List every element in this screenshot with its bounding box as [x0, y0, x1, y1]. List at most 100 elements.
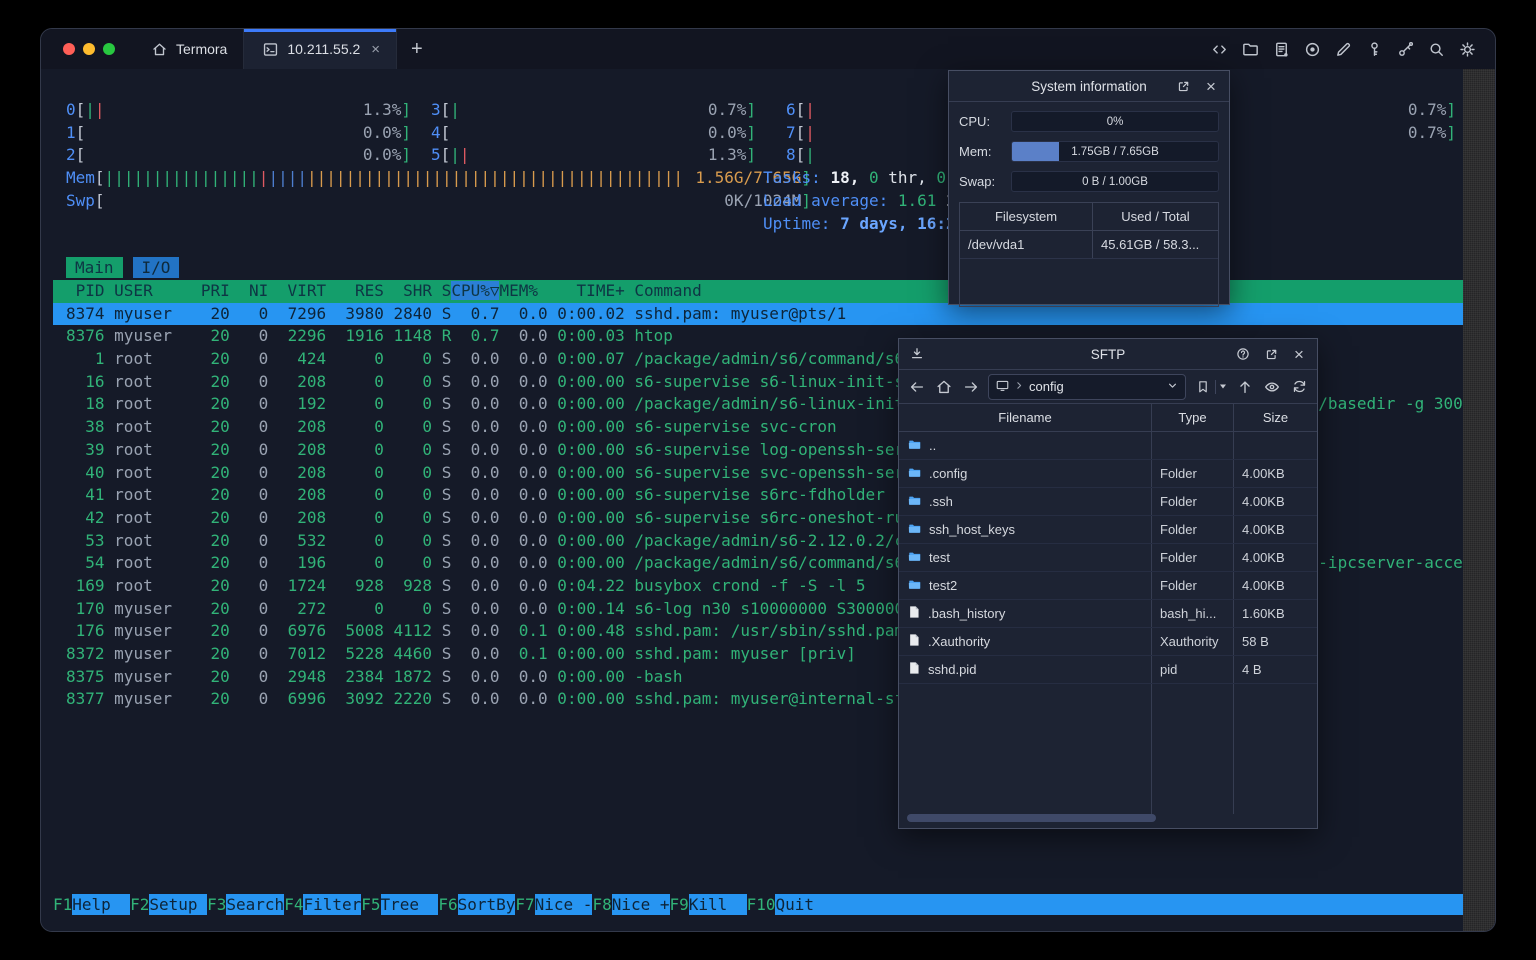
process-table-header[interactable]: PID USER PRI NI VIRT RES SHR SCPU%▽MEM% …	[53, 280, 1471, 303]
forward-icon[interactable]	[961, 377, 981, 397]
titlebar-actions	[1209, 29, 1495, 69]
system-information-panel: System information × CPU: 0% Mem: 1.75GB…	[948, 70, 1230, 307]
fkey-label-f4[interactable]: Filter	[303, 894, 362, 915]
folder-icon	[907, 465, 922, 483]
swap-usage-row: Swap: 0 B / 1.00GB	[949, 171, 1229, 192]
path-breadcrumb[interactable]: config	[988, 373, 1186, 400]
bookmark-caret-icon[interactable]	[1218, 378, 1228, 396]
search-icon[interactable]	[1426, 39, 1446, 59]
close-icon[interactable]: ×	[1202, 77, 1220, 95]
new-tab-button[interactable]: +	[397, 29, 437, 69]
fkey-f7[interactable]: F7	[515, 894, 534, 915]
fkey-label-f10[interactable]: Quit	[775, 894, 1471, 915]
column-filename[interactable]: Filename	[899, 404, 1151, 431]
bookmark-icon[interactable]	[1193, 377, 1213, 397]
fkey-label-f7[interactable]: Nice -	[534, 894, 593, 915]
close-icon[interactable]: ×	[1290, 345, 1308, 363]
download-icon[interactable]	[908, 345, 926, 363]
file-row[interactable]: test Folder 4.00KB	[899, 544, 1317, 572]
sftp-toolbar: config	[899, 370, 1317, 403]
cpu-meter-column-1: 0[|| 1.3%] 1[0.0%] 2[0.0%]	[66, 99, 411, 167]
file-icon	[907, 605, 921, 622]
titlebar: Termora 10.211.55.2 × +	[41, 29, 1495, 69]
folder-icon	[907, 493, 922, 511]
traffic-lights	[41, 29, 133, 69]
close-tab-icon[interactable]: ×	[371, 41, 380, 58]
show-hidden-icon[interactable]	[1262, 377, 1282, 397]
terminal-scrollbar[interactable]	[1463, 69, 1495, 931]
fkey-f4[interactable]: F4	[284, 894, 303, 915]
settings-icon[interactable]	[1457, 39, 1477, 59]
htop-tab-main[interactable]: Main	[66, 257, 123, 278]
file-row[interactable]: .Xauthority Xauthority 58 B	[899, 628, 1317, 656]
key-icon[interactable]	[1364, 39, 1384, 59]
help-icon[interactable]	[1234, 345, 1252, 363]
sftp-horizontal-scrollbar[interactable]	[907, 814, 1309, 822]
file-row[interactable]: .bash_history bash_hi... 1.60KB	[899, 600, 1317, 628]
system-information-header[interactable]: System information ×	[949, 71, 1229, 102]
htop-tab-io[interactable]: I/O	[132, 257, 180, 278]
refresh-icon[interactable]	[1289, 377, 1309, 397]
folder-icon	[907, 437, 922, 455]
fkey-label-f3[interactable]: Search	[226, 894, 285, 915]
htop-tabs: Main I/O	[66, 257, 180, 278]
sftp-table-header: Filename Type Size	[899, 403, 1317, 432]
fkey-f2[interactable]: F2	[130, 894, 149, 915]
file-row[interactable]: ..	[899, 432, 1317, 460]
filesystem-row[interactable]: /dev/vda1 45.61GB / 58.3...	[960, 231, 1218, 259]
fkey-label-f2[interactable]: Setup	[149, 894, 208, 915]
home-icon	[149, 39, 169, 59]
sftp-header[interactable]: SFTP ×	[899, 339, 1317, 370]
open-in-window-icon[interactable]	[1174, 77, 1192, 95]
code-icon[interactable]	[1209, 39, 1229, 59]
fkey-label-f6[interactable]: SortBy	[457, 894, 516, 915]
fkey-f10[interactable]: F10	[747, 894, 776, 915]
minimize-window-button[interactable]	[83, 43, 95, 55]
open-in-window-icon[interactable]	[1262, 345, 1280, 363]
fkey-f6[interactable]: F6	[438, 894, 457, 915]
folder-icon	[907, 549, 922, 567]
cpu-meter-4: 4[0.0%]	[431, 122, 756, 142]
fkey-f3[interactable]: F3	[207, 894, 226, 915]
cpu-usage-row: CPU: 0%	[949, 111, 1229, 132]
fkey-f9[interactable]: F9	[670, 894, 689, 915]
file-row[interactable]: sshd.pid pid 4 B	[899, 656, 1317, 684]
fkey-label-f9[interactable]: Kill	[688, 894, 747, 915]
memory-usage-row: Mem: 1.75GB / 7.65GB	[949, 141, 1229, 162]
tab-termora[interactable]: Termora	[133, 29, 245, 69]
process-row[interactable]: 8374 myuser 20 0 7296 3980 2840 S 0.7 0.…	[53, 302, 1471, 326]
record-icon[interactable]	[1302, 39, 1322, 59]
home-icon[interactable]	[934, 377, 954, 397]
fkey-label-f5[interactable]: Tree	[380, 894, 439, 915]
parent-directory-icon[interactable]	[1235, 377, 1255, 397]
file-row[interactable]: test2 Folder 4.00KB	[899, 572, 1317, 600]
fkey-f8[interactable]: F8	[592, 894, 611, 915]
pencil-icon[interactable]	[1333, 39, 1353, 59]
zoom-window-button[interactable]	[103, 43, 115, 55]
sftp-title: SFTP	[1090, 346, 1126, 362]
folder-icon[interactable]	[1240, 39, 1260, 59]
fkey-f1[interactable]: F1	[53, 894, 72, 915]
column-type[interactable]: Type	[1151, 404, 1233, 431]
file-row[interactable]: ssh_host_keys Folder 4.00KB	[899, 516, 1317, 544]
filesystem-table: Filesystem Used / Total /dev/vda1 45.61GB…	[959, 202, 1219, 307]
log-icon[interactable]	[1271, 39, 1291, 59]
back-icon[interactable]	[907, 377, 927, 397]
file-row[interactable]: .ssh Folder 4.00KB	[899, 488, 1317, 516]
function-key-bar[interactable]: F1 Help F2 Setup F3 Search F4 Filter F5 Tree F6…	[53, 894, 1471, 915]
fkey-label-f8[interactable]: Nice +	[611, 894, 670, 915]
sftp-panel: SFTP × config Filename Type Size .. .con…	[898, 338, 1318, 829]
fkey-label-f1[interactable]: Help	[72, 894, 131, 915]
file-row[interactable]: .config Folder 4.00KB	[899, 460, 1317, 488]
computer-icon	[995, 378, 1010, 396]
current-path: config	[1029, 379, 1064, 394]
filesystem-table-header: Filesystem Used / Total	[960, 203, 1218, 231]
cpu-meter-1: 1[0.0%]	[66, 122, 411, 142]
column-size[interactable]: Size	[1233, 404, 1317, 431]
keychain-icon[interactable]	[1395, 39, 1415, 59]
tab-session[interactable]: 10.211.55.2 ×	[244, 29, 398, 69]
close-window-button[interactable]	[63, 43, 75, 55]
fkey-f5[interactable]: F5	[361, 894, 380, 915]
chevron-down-icon[interactable]	[1166, 379, 1179, 395]
swap-meter: Swp[0K/1024M]	[66, 190, 811, 210]
